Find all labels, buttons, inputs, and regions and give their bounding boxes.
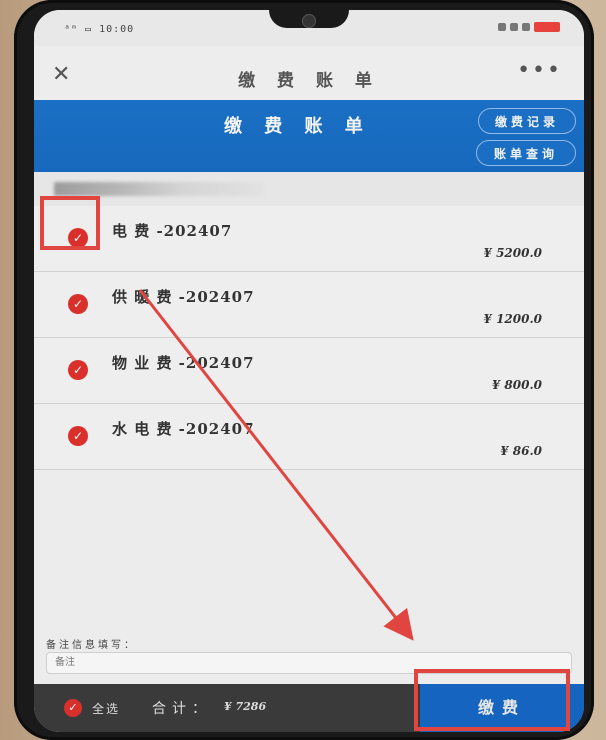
bill-name: 供 暖 费 -202407 <box>112 288 255 306</box>
account-info <box>34 172 584 207</box>
account-number-blurred <box>54 182 264 196</box>
bill-row[interactable]: ✓ 物 业 费 -202407 ¥ 800.0 <box>34 338 584 404</box>
bill-name: 物 业 费 -202407 <box>112 354 255 372</box>
checked-icon[interactable]: ✓ <box>68 228 88 248</box>
select-all-label: 全选 <box>92 702 121 716</box>
wifi-icon <box>510 23 518 31</box>
pay-button[interactable]: 缴费 <box>420 684 584 732</box>
bill-list: ✓ 电 费 -202407 ¥ 5200.0 ✓ 供 暖 费 -202407 ¥… <box>34 206 584 470</box>
select-all-checkbox[interactable]: ✓ <box>64 699 82 717</box>
page-title: 缴 费 账 单 <box>238 71 380 91</box>
more-icon[interactable]: ••• <box>517 58 562 83</box>
total-label: 合计： <box>152 701 212 717</box>
total-amount: ¥ 7286 <box>224 700 267 713</box>
bill-query-button[interactable]: 账单查询 <box>476 140 576 166</box>
bill-amount: ¥ 800.0 <box>491 378 542 392</box>
bill-amount: ¥ 86.0 <box>500 444 542 458</box>
app-screen: ᵃᵐ ▭ 10:00 ✕ 缴 费 账 单 ••• 缴 费 账 单 缴费记录 账单… <box>34 10 584 732</box>
bill-name: 水 电 费 -202407 <box>112 420 255 438</box>
bill-row[interactable]: ✓ 供 暖 费 -202407 ¥ 1200.0 <box>34 272 584 338</box>
status-time: ᵃᵐ ▭ 10:00 <box>64 24 135 35</box>
header-banner: 缴 费 账 单 缴费记录 账单查询 <box>34 100 584 172</box>
title-bar: ✕ 缴 费 账 单 ••• <box>34 46 584 100</box>
status-icons <box>498 22 560 32</box>
nfc-icon <box>522 23 530 31</box>
status-bar: ᵃᵐ ▭ 10:00 <box>34 10 584 46</box>
remark-input[interactable]: 备注 <box>46 652 572 674</box>
checked-icon[interactable]: ✓ <box>68 294 88 314</box>
bill-row[interactable]: ✓ 电 费 -202407 ¥ 5200.0 <box>34 206 584 272</box>
checked-icon[interactable]: ✓ <box>68 426 88 446</box>
header-title: 缴 费 账 单 <box>224 116 371 137</box>
battery-icon <box>534 22 560 32</box>
signal-icon <box>498 23 506 31</box>
checked-icon[interactable]: ✓ <box>68 360 88 380</box>
bill-amount: ¥ 1200.0 <box>483 312 542 326</box>
payment-records-button[interactable]: 缴费记录 <box>478 108 576 134</box>
camera-icon <box>302 14 316 28</box>
bill-name: 电 费 -202407 <box>112 222 233 240</box>
remark-label: 备注信息填写： <box>46 640 137 651</box>
bill-row[interactable]: ✓ 水 电 费 -202407 ¥ 86.0 <box>34 404 584 470</box>
bill-amount: ¥ 5200.0 <box>483 246 542 260</box>
checkout-bar: ✓ 全选 合计： ¥ 7286 缴费 <box>34 684 584 732</box>
